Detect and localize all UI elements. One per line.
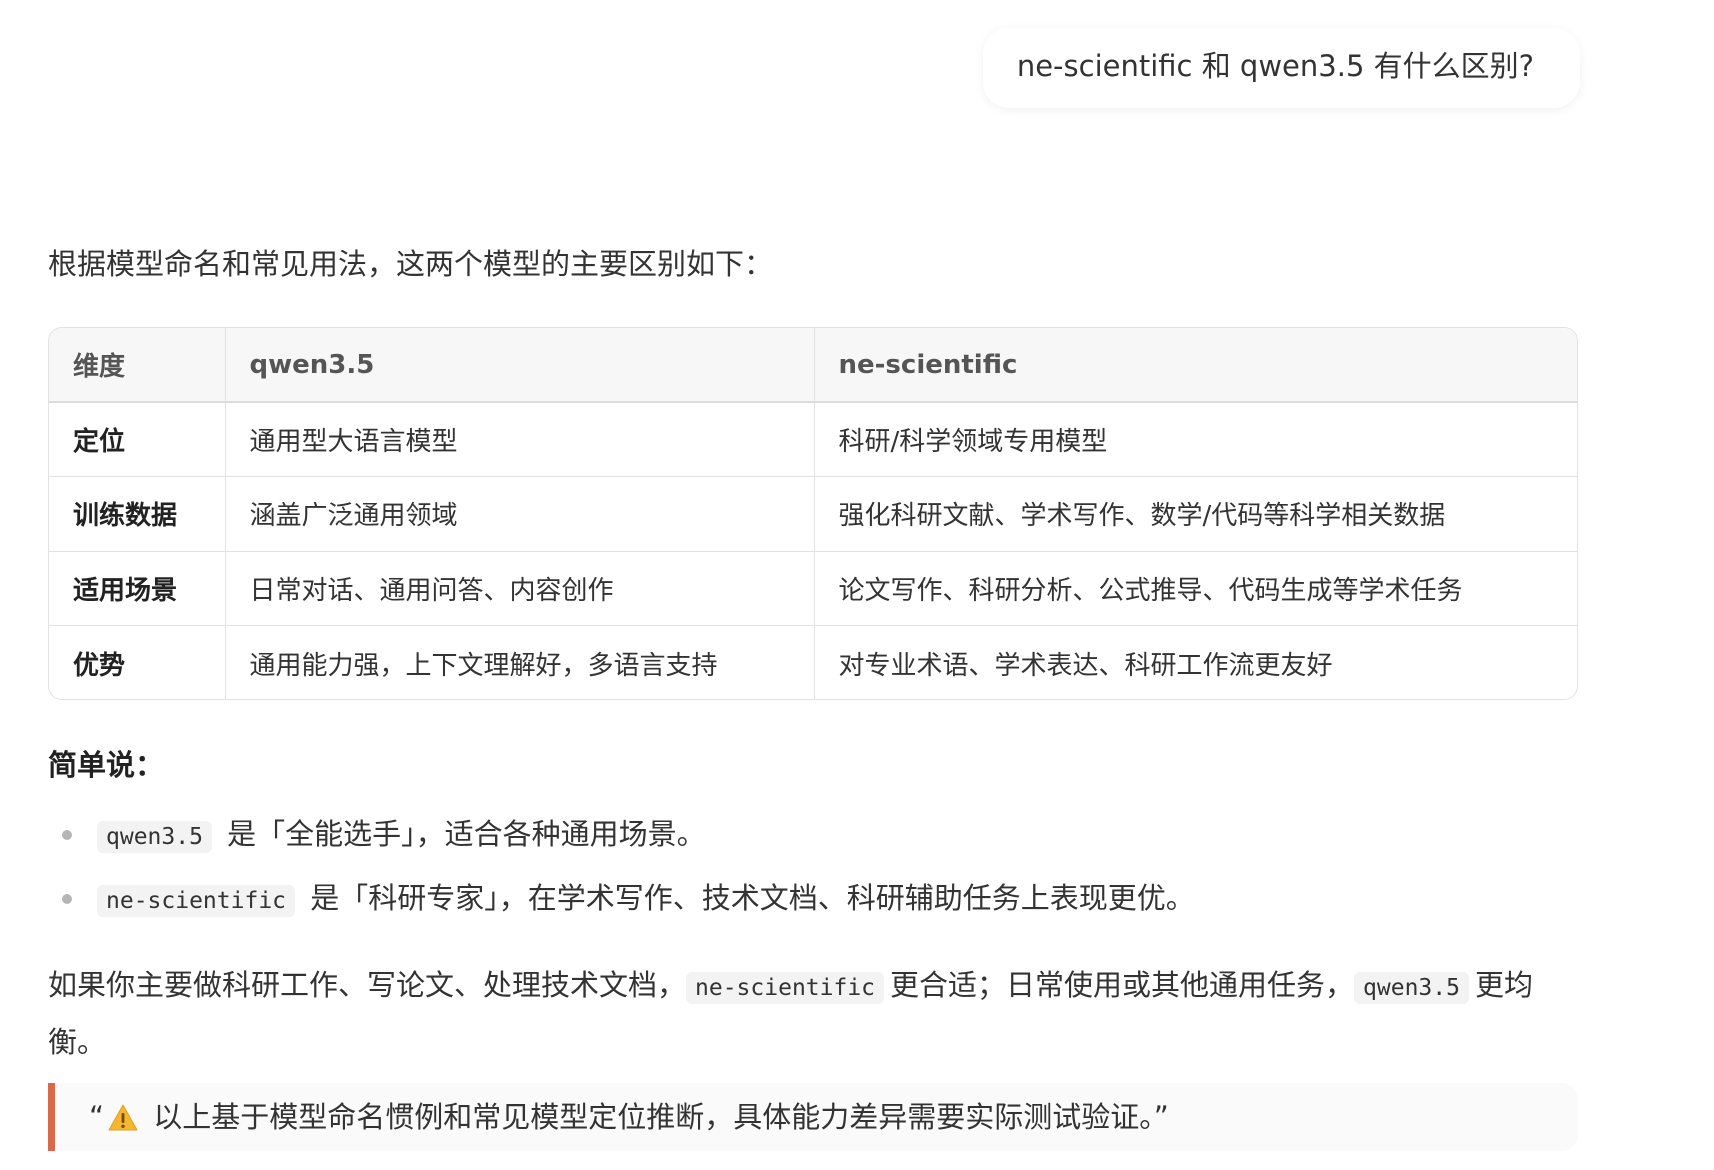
table-header-cell: qwen3.5 [225,328,815,403]
table-row-label: 训练数据 [49,476,226,552]
bullet-dot [62,894,72,904]
table-row: 适用场景 日常对话、通用问答、内容创作 论文写作、科研分析、公式推导、代码生成等… [49,551,1577,626]
table-header-cell: ne-scientific [814,328,1577,403]
table-row-label: 适用场景 [49,551,226,626]
list-item-text: 是「全能选手」，适合各种通用场景。 [227,817,706,851]
table-cell: 论文写作、科研分析、公式推导、代码生成等学术任务 [814,551,1577,626]
inline-code: ne-scientific [97,885,296,917]
table-cell: 涵盖广泛通用领域 [225,476,815,552]
table-header-cell: 维度 [49,328,226,403]
table-cell: 对专业术语、学术表达、科研工作流更友好 [838,650,1333,681]
recommendation-paragraph: 如果你主要做科研工作、写论文、处理技术文档， ne-scientific 更合适；日… [48,958,1588,1069]
table-header-row: 维度 qwen3.5 ne-scientific [49,328,1577,403]
table-cell: 通用型大语言模型 [225,402,815,477]
paragraph-text: 如果你主要做科研工作、写论文、处理技术文档， [48,968,687,1002]
table-row: 训练数据 涵盖广泛通用领域 强化科研文献、学术写作、数学/代码等科学相关数据 [49,476,1577,552]
table-row-label: 优势 [49,625,226,699]
answer-intro: 根据模型命名和常见用法，这两个模型的主要区别如下： [48,247,774,281]
user-message-text: ne-scientific 和 qwen3.5 有什么区别? [1016,49,1534,83]
inline-code: qwen3.5 [97,821,212,853]
table-cell: 通用能力强，上下文理解好，多语言支持 [225,625,815,699]
list-item: ne-scientific 是「科研专家」，在学术写作、技术文档、科研辅助任务上… [48,878,1195,942]
user-message-bubble: ne-scientific 和 qwen3.5 有什么区别? [982,28,1580,108]
table-cell: 日常对话、通用问答、内容创作 [225,551,815,626]
paragraph-text: 更合适；日常使用或其他通用任务， [890,968,1355,1002]
table-row-label: 定位 [49,402,226,477]
table-cell: 科研/科学领域专用模型 [814,402,1577,477]
table-row: 优势 通用能力强，上下文理解好，多语言支持 对专业术语、学术表达、科研工作流更友… [49,625,1577,699]
comparison-table: 维度 qwen3.5 ne-scientific 定位 通用型大语言模型 科研/… [48,327,1578,700]
list-item-text: 是「科研专家」，在学术写作、技术文档、科研辅助任务上表现更优。 [310,881,1195,915]
table-cell: 强化科研文献、学术写作、数学/代码等科学相关数据 [814,476,1577,552]
summary-list: qwen3.5 是「全能选手」，适合各种通用场景。 ne-scientific … [48,814,1195,942]
quote-open-mark: “ [89,1100,105,1134]
warning-icon [108,1087,138,1155]
bullet-dot [62,830,72,840]
disclaimer-quote: “ 以上基于模型命名惯例和常见模型定位推断，具体能力差异需要实际测试验证。” [48,1083,1578,1151]
list-item: qwen3.5 是「全能选手」，适合各种通用场景。 [48,814,1195,878]
inline-code: qwen3.5 [1354,972,1469,1004]
inline-code: ne-scientific [686,972,885,1004]
table-row: 定位 通用型大语言模型 科研/科学领域专用模型 [49,402,1577,477]
summary-heading: 简单说： [48,748,165,782]
quote-close-mark: ” [1153,1100,1169,1134]
quote-text: 以上基于模型命名惯例和常见模型定位推断，具体能力差异需要实际测试验证。 [153,1100,1154,1134]
